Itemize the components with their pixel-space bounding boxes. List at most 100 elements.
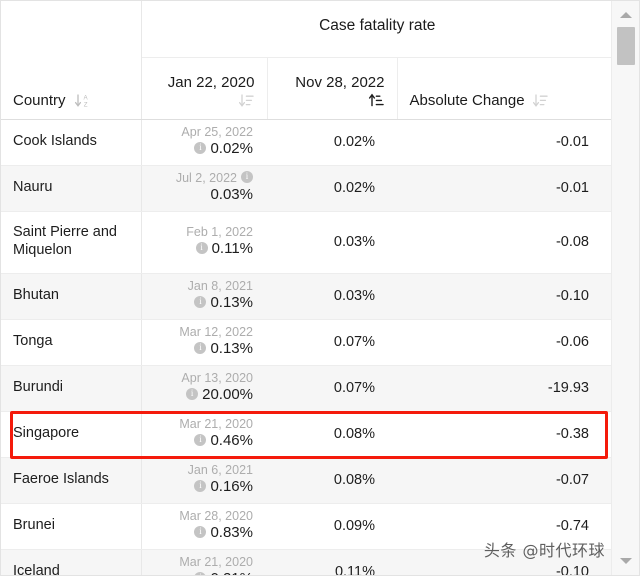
table-row[interactable]: Saint Pierre and MiquelonFeb 1, 20220.11… bbox=[1, 211, 613, 274]
table-row[interactable]: BhutanJan 8, 20210.13%0.03%-0.10 bbox=[1, 273, 613, 320]
info-icon[interactable] bbox=[194, 571, 207, 575]
cell-country: Saint Pierre and Miquelon bbox=[1, 211, 142, 274]
scroll-down-arrow-icon[interactable] bbox=[612, 551, 639, 571]
info-icon[interactable] bbox=[186, 387, 199, 401]
case-fatality-rate-table: Case fatality rate Country A Z Jan 22, 2… bbox=[1, 1, 613, 575]
table-scroll-viewport[interactable]: Case fatality rate Country A Z Jan 22, 2… bbox=[1, 1, 613, 575]
cell-first-date: Jan 8, 2021 bbox=[187, 278, 253, 293]
cell-first-date-value: Feb 1, 20220.11% bbox=[141, 211, 267, 274]
cell-first-value: 0.13% bbox=[210, 294, 253, 312]
info-icon[interactable] bbox=[194, 479, 207, 493]
cell-first-date-value: Apr 25, 20220.02% bbox=[141, 119, 267, 166]
cell-first-date: Apr 13, 2020 bbox=[181, 370, 253, 385]
info-icon[interactable] bbox=[194, 295, 207, 309]
cell-first-date: Mar 12, 2022 bbox=[179, 324, 253, 339]
table-row[interactable]: TongaMar 12, 20220.13%0.07%-0.06 bbox=[1, 319, 613, 366]
cell-absolute-change: -0.01 bbox=[397, 119, 613, 166]
sort-asc-icon[interactable] bbox=[368, 92, 385, 109]
cell-country: Tonga bbox=[1, 319, 142, 366]
info-icon[interactable] bbox=[194, 341, 207, 355]
cell-first-date-value: Mar 21, 20200.46% bbox=[141, 411, 267, 458]
cell-first-date-value: Mar 21, 20200.21% bbox=[141, 549, 267, 575]
cell-first-date-value: Mar 12, 20220.13% bbox=[141, 319, 267, 366]
info-icon[interactable] bbox=[194, 433, 207, 447]
cell-first-value: 0.21% bbox=[210, 570, 253, 575]
column-header-jan-22-2020-label: Jan 22, 2020 bbox=[167, 73, 255, 91]
sort-alpha-desc-icon[interactable]: A Z bbox=[74, 92, 91, 109]
group-header-case-fatality-rate: Case fatality rate bbox=[141, 1, 613, 58]
cell-first-date-value: Apr 13, 202020.00% bbox=[141, 365, 267, 412]
svg-text:A: A bbox=[83, 94, 88, 101]
cell-first-date: Mar 21, 2020 bbox=[179, 416, 253, 431]
cell-country: Iceland bbox=[1, 549, 142, 575]
column-header-jan-22-2020[interactable]: Jan 22, 2020 bbox=[141, 57, 268, 120]
vertical-scrollbar[interactable] bbox=[611, 1, 639, 575]
cell-second-value: 0.02% bbox=[267, 165, 397, 212]
scroll-up-arrow-icon[interactable] bbox=[612, 5, 639, 25]
cell-absolute-change: -0.06 bbox=[397, 319, 613, 366]
cell-country: Bhutan bbox=[1, 273, 142, 320]
cell-first-date: Apr 25, 2022 bbox=[181, 124, 253, 139]
cell-absolute-change: -0.01 bbox=[397, 165, 613, 212]
table-row[interactable]: Cook IslandsApr 25, 20220.02%0.02%-0.01 bbox=[1, 119, 613, 166]
info-icon[interactable] bbox=[241, 170, 253, 183]
cell-first-value: 0.02% bbox=[210, 140, 253, 158]
cell-country: Faeroe Islands bbox=[1, 457, 142, 504]
cell-first-date: Feb 1, 2022 bbox=[186, 224, 253, 239]
cell-first-date-value: Jan 6, 20210.16% bbox=[141, 457, 267, 504]
sort-desc-icon[interactable] bbox=[532, 92, 549, 109]
cell-first-value: 0.46% bbox=[210, 432, 253, 450]
cell-absolute-change: -0.08 bbox=[397, 211, 613, 274]
cell-country: Burundi bbox=[1, 365, 142, 412]
info-icon[interactable] bbox=[195, 241, 208, 255]
cell-second-value: 0.08% bbox=[267, 411, 397, 458]
table-row[interactable]: NauruJul 2, 20220.03%0.02%-0.01 bbox=[1, 165, 613, 212]
cell-first-value: 0.13% bbox=[210, 340, 253, 358]
cell-first-date: Mar 21, 2020 bbox=[179, 554, 253, 569]
cell-first-value: 20.00% bbox=[202, 386, 253, 404]
info-icon[interactable] bbox=[194, 525, 207, 539]
cell-absolute-change: -0.38 bbox=[397, 411, 613, 458]
watermark: 头条 @时代环球 bbox=[483, 541, 605, 560]
column-header-row: Country A Z Jan 22, 2020 Nov 28, 2022 Ab… bbox=[1, 57, 613, 120]
table-header: Case fatality rate Country A Z Jan 22, 2… bbox=[1, 1, 613, 120]
cell-absolute-change: -0.10 bbox=[397, 273, 613, 320]
cell-second-value: 0.11% bbox=[267, 549, 397, 575]
column-header-absolute-change[interactable]: Absolute Change bbox=[397, 57, 613, 120]
cell-first-date-value: Jan 8, 20210.13% bbox=[141, 273, 267, 320]
cell-first-value: 0.83% bbox=[210, 524, 253, 542]
cell-first-date-value: Mar 28, 20200.83% bbox=[141, 503, 267, 550]
column-header-nov-28-2022-label: Nov 28, 2022 bbox=[295, 73, 385, 91]
cell-country: Nauru bbox=[1, 165, 142, 212]
cell-first-value: 0.16% bbox=[210, 478, 253, 496]
column-header-country-label: Country bbox=[13, 91, 66, 109]
cell-second-value: 0.07% bbox=[267, 365, 397, 412]
group-header-row: Case fatality rate bbox=[1, 1, 613, 58]
cell-country: Brunei bbox=[1, 503, 142, 550]
group-header-spacer bbox=[1, 1, 142, 57]
cell-second-value: 0.03% bbox=[267, 273, 397, 320]
cell-first-date: Mar 28, 2020 bbox=[179, 508, 253, 523]
table-row[interactable]: Faeroe IslandsJan 6, 20210.16%0.08%-0.07 bbox=[1, 457, 613, 504]
cell-country: Singapore bbox=[1, 411, 142, 458]
cell-first-date: Jul 2, 2022 bbox=[175, 170, 237, 185]
info-icon[interactable] bbox=[194, 141, 207, 155]
table-row[interactable]: BurundiApr 13, 202020.00%0.07%-19.93 bbox=[1, 365, 613, 412]
table-row[interactable]: SingaporeMar 21, 20200.46%0.08%-0.38 bbox=[1, 411, 613, 458]
column-header-country[interactable]: Country A Z bbox=[1, 57, 142, 120]
cell-second-value: 0.02% bbox=[267, 119, 397, 166]
cell-first-value: 0.11% bbox=[211, 240, 253, 258]
cell-first-value: 0.03% bbox=[210, 186, 253, 204]
table-screenshot: Case fatality rate Country A Z Jan 22, 2… bbox=[0, 0, 640, 576]
cell-second-value: 0.09% bbox=[267, 503, 397, 550]
cell-second-value: 0.07% bbox=[267, 319, 397, 366]
scroll-thumb[interactable] bbox=[617, 27, 635, 65]
cell-first-date-value: Jul 2, 20220.03% bbox=[141, 165, 267, 212]
cell-country: Cook Islands bbox=[1, 119, 142, 166]
cell-absolute-change: -19.93 bbox=[397, 365, 613, 412]
cell-absolute-change: -0.07 bbox=[397, 457, 613, 504]
sort-desc-icon[interactable] bbox=[238, 92, 255, 109]
svg-text:Z: Z bbox=[83, 101, 87, 108]
cell-second-value: 0.03% bbox=[267, 211, 397, 274]
column-header-nov-28-2022[interactable]: Nov 28, 2022 bbox=[267, 57, 398, 120]
